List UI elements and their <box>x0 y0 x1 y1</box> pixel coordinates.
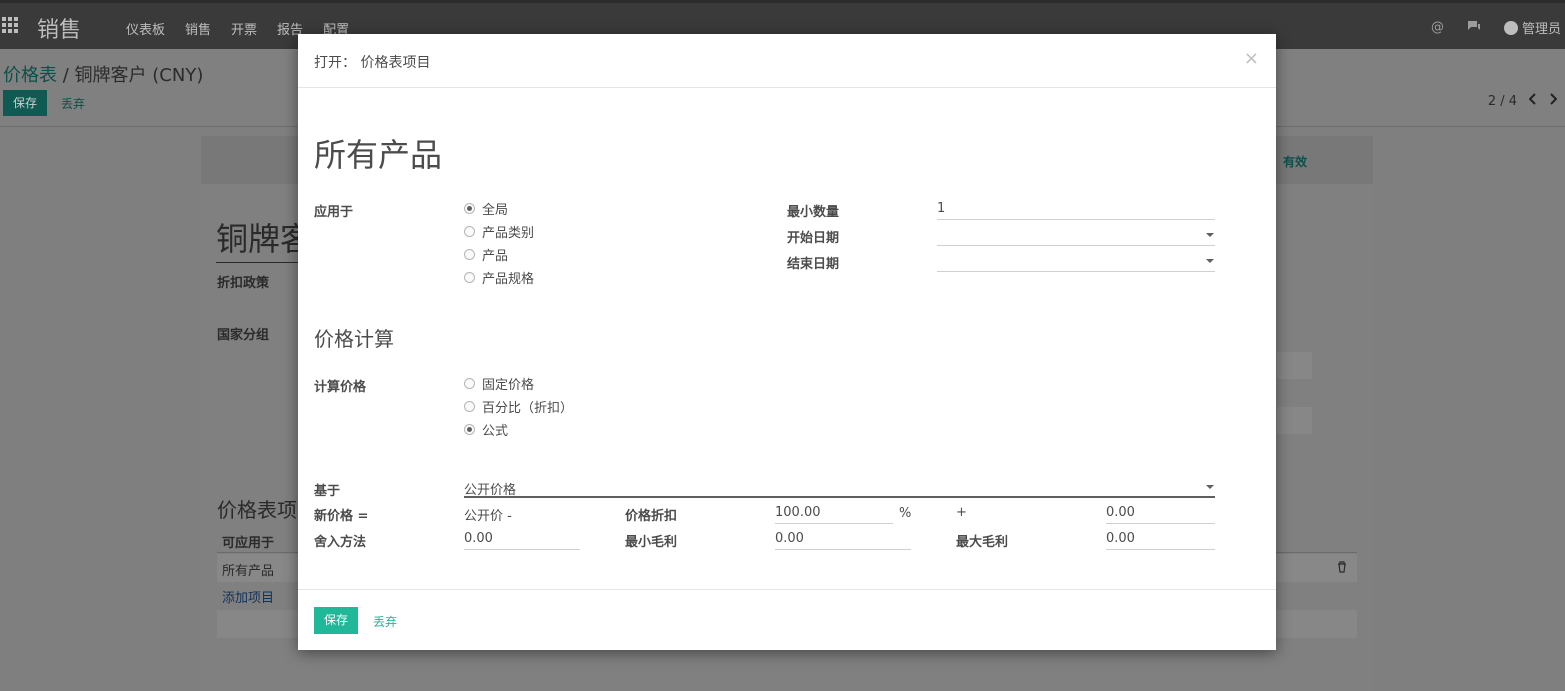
rounding-input[interactable]: 0.00 <box>464 527 580 550</box>
min-margin-input[interactable]: 0.00 <box>775 527 911 550</box>
radio-label: 百分比（折扣） <box>482 400 574 416</box>
radio-unchecked-icon <box>464 248 475 260</box>
dialog-title: 打开： 价格表项目 <box>314 55 431 71</box>
price-discount-input[interactable]: 100.00 <box>775 501 893 524</box>
plus-sign: + <box>956 505 967 520</box>
max-margin-input[interactable]: 0.00 <box>1106 527 1215 550</box>
discard-button[interactable]: 丢弃 <box>373 613 397 630</box>
col-applicable-on: 可应用于 <box>222 536 275 551</box>
rounding-label: 舍入方法 <box>314 535 367 550</box>
dialog-footer: 保存 丢弃 <box>298 589 1276 650</box>
breadcrumb-current: 铜牌客户 (CNY) <box>74 65 204 86</box>
menu-sales[interactable]: 销售 <box>185 19 211 38</box>
radio-label: 产品规格 <box>482 271 535 287</box>
pricelist-item-dialog: 打开： 价格表项目 × 所有产品 应用于 全局 产品类别 产品 产品规格 最小数… <box>298 34 1276 650</box>
menu-invoicing[interactable]: 开票 <box>231 19 257 38</box>
caret-down-icon <box>1206 485 1214 489</box>
field-box <box>1277 352 1312 379</box>
end-date-label: 结束日期 <box>787 257 840 272</box>
chevron-right-icon[interactable] <box>1549 93 1558 109</box>
form-discard-button[interactable]: 丢弃 <box>61 95 85 112</box>
apply-on-label: 应用于 <box>314 205 354 220</box>
row-applicable-value: 所有产品 <box>222 564 275 579</box>
min-quantity-input[interactable]: 1 <box>937 197 1215 220</box>
based-on-label: 基于 <box>314 484 341 499</box>
field-box <box>1277 407 1312 434</box>
breadcrumb: 价格表 / 铜牌客户 (CNY) <box>3 61 203 87</box>
country-group-label: 国家分组 <box>217 328 270 343</box>
pager: 2 / 4 <box>1487 93 1558 109</box>
radio-global[interactable]: 全局 <box>464 199 509 218</box>
dialog-header: 打开： 价格表项目 × <box>298 34 1276 88</box>
percent-sign: % <box>899 506 912 521</box>
based-on-select[interactable]: 公开价格 <box>464 475 1215 498</box>
caret-down-icon <box>1206 259 1214 263</box>
caret-down-icon <box>1206 233 1214 237</box>
add-item-link[interactable]: 添加项目 <box>222 587 274 606</box>
radio-label: 全局 <box>482 202 509 218</box>
radio-checked-icon <box>464 423 475 435</box>
radio-fixed-price[interactable]: 固定价格 <box>464 374 535 393</box>
radio-product-variant[interactable]: 产品规格 <box>464 268 535 287</box>
chat-icon[interactable] <box>1466 19 1482 37</box>
max-margin-label: 最大毛利 <box>956 535 1009 550</box>
user-menu[interactable]: 管理员 <box>1503 18 1561 37</box>
systray: @ 管理员 <box>1431 18 1561 37</box>
radio-label: 产品 <box>482 248 509 264</box>
breadcrumb-parent[interactable]: 价格表 <box>3 65 57 86</box>
trash-icon[interactable] <box>1337 561 1347 576</box>
radio-formula[interactable]: 公式 <box>464 420 509 439</box>
chevron-left-icon[interactable] <box>1528 93 1537 109</box>
avatar <box>1503 20 1518 35</box>
close-icon[interactable]: × <box>1244 48 1259 69</box>
radio-label: 公式 <box>482 423 509 439</box>
radio-unchecked-icon <box>464 377 475 389</box>
radio-checked-icon <box>464 202 475 214</box>
form-save-button[interactable]: 保存 <box>3 90 47 116</box>
new-price-expression: 公开价 - <box>464 509 512 524</box>
radio-unchecked-icon <box>464 271 475 283</box>
surcharge-input[interactable]: 0.00 <box>1106 501 1215 524</box>
min-quantity-label: 最小数量 <box>787 205 840 220</box>
apps-grid-icon[interactable] <box>2 17 18 33</box>
app-name: 销售 <box>37 18 82 43</box>
start-date-label: 开始日期 <box>787 231 840 246</box>
status-active[interactable]: 有效 <box>1283 153 1307 170</box>
radio-unchecked-icon <box>464 225 475 237</box>
radio-product[interactable]: 产品 <box>464 245 509 264</box>
discount-policy-label: 折扣政策 <box>217 276 270 291</box>
radio-unchecked-icon <box>464 400 475 412</box>
radio-percentage[interactable]: 百分比（折扣） <box>464 397 574 416</box>
mention-icon[interactable]: @ <box>1431 20 1444 35</box>
user-name: 管理员 <box>1521 22 1561 37</box>
min-margin-label: 最小毛利 <box>625 535 678 550</box>
start-date-input[interactable] <box>937 223 1215 246</box>
new-price-label: 新价格 = <box>314 509 369 524</box>
radio-product-category[interactable]: 产品类别 <box>464 222 535 241</box>
radio-label: 产品类别 <box>482 225 535 241</box>
menu-dashboard[interactable]: 仪表板 <box>126 19 165 38</box>
save-button[interactable]: 保存 <box>314 607 358 634</box>
price-computation-title: 价格计算 <box>314 327 394 351</box>
radio-label: 固定价格 <box>482 377 535 393</box>
end-date-input[interactable] <box>937 249 1215 272</box>
breadcrumb-separator: / <box>62 65 69 86</box>
price-discount-label: 价格折扣 <box>625 509 678 524</box>
pager-value: 2 / 4 <box>1487 93 1517 109</box>
compute-price-label: 计算价格 <box>314 380 367 395</box>
based-on-value: 公开价格 <box>464 483 517 498</box>
item-name: 所有产品 <box>314 136 443 174</box>
